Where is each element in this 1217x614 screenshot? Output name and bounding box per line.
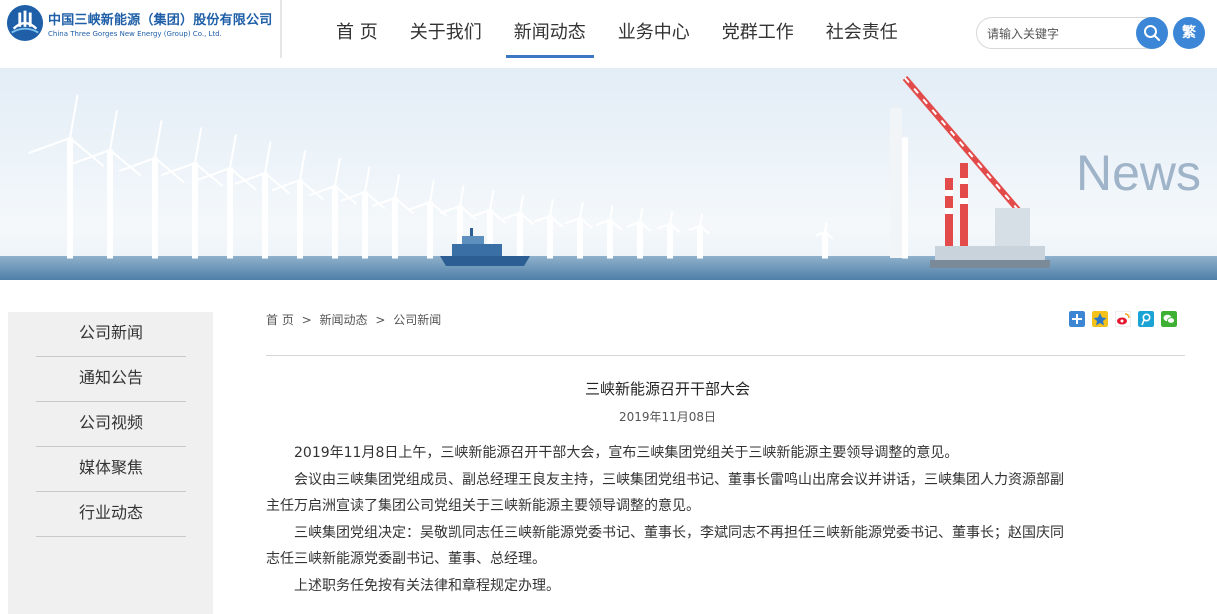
search-icon <box>1144 25 1160 41</box>
breadcrumb-home[interactable]: 首 页 <box>266 313 294 327</box>
qzone-icon[interactable] <box>1092 311 1108 327</box>
turbine-tower <box>517 212 523 259</box>
site-header: 中国三峡新能源（集团）股份有限公司 China Three Gorges New… <box>0 0 1217 68</box>
wind-farm-illustration <box>0 68 1217 280</box>
turbine-tower <box>902 137 908 259</box>
article-paragraph: 2019年11月8日上午，三峡新能源召开干部大会，宣布三峡集团党组关于三峡新能源… <box>294 445 959 461</box>
turbine-tower <box>107 149 113 259</box>
article-paragraph: 上述职务任免按有关法律和章程规定办理。 <box>294 577 560 594</box>
sidebar-item-media-focus[interactable]: 媒体聚焦 <box>36 447 186 492</box>
turbine-tower <box>227 167 233 259</box>
company-name-cn: 中国三峡新能源（集团）股份有限公司 <box>48 12 273 28</box>
search-box <box>976 17 1168 49</box>
weibo-icon[interactable] <box>1115 311 1131 327</box>
turbine-tower <box>427 201 433 259</box>
article-date: 2019年11月08日 <box>618 410 717 424</box>
sidebar-item-company-news[interactable]: 公司新闻 <box>36 312 186 357</box>
article-title: 三峡新能源召开干部大会 <box>584 380 750 398</box>
breadcrumb-news[interactable]: 新闻动态 <box>320 313 368 327</box>
turbine-tower <box>332 185 338 259</box>
search-button[interactable] <box>1136 17 1168 49</box>
sidebar-item-industry-news[interactable]: 行业动态 <box>36 492 186 537</box>
article-paragraph: 会议由三峡集团党组成员、副总经理王良友主持，三峡集团党组书记、董事长雷鸣山出席会… <box>266 471 1064 515</box>
turbine-tower <box>607 219 613 259</box>
traditional-chinese-toggle[interactable]: 繁 <box>1173 17 1205 49</box>
nav-item-home[interactable]: 首 页 <box>320 0 394 58</box>
nav-item-news[interactable]: 新闻动态 <box>498 0 602 58</box>
share-more-icon[interactable] <box>1069 311 1085 327</box>
article-paragraph: 三峡集团党组决定：吴敬凯同志任三峡新能源党委书记、董事长，李斌同志不再担任三峡新… <box>266 524 1064 568</box>
breadcrumb: 首 页 > 新闻动态 > 公司新闻 <box>266 311 445 328</box>
company-name-en: China Three Gorges New Energy (Group) Co… <box>48 29 222 38</box>
turbine-tower <box>547 215 553 259</box>
nav-item-about[interactable]: 关于我们 <box>394 0 498 58</box>
tencent-weibo-icon[interactable] <box>1138 311 1154 327</box>
content-divider <box>266 355 1185 356</box>
main-nav: 首 页 关于我们 新闻动态 业务中心 党群工作 社会责任 <box>320 0 914 58</box>
nav-item-party[interactable]: 党群工作 <box>706 0 810 58</box>
nav-item-responsibility[interactable]: 社会责任 <box>810 0 914 58</box>
sidebar: 公司新闻 通知公告 公司视频 媒体聚焦 行业动态 <box>8 312 213 614</box>
breadcrumb-separator: > <box>375 313 386 327</box>
turbine-tower <box>152 157 158 259</box>
nav-item-business[interactable]: 业务中心 <box>602 0 706 58</box>
turbine-tower <box>637 221 643 259</box>
article-body: 2019年11月8日上午，三峡新能源召开干部大会，宣布三峡集团党组关于三峡新能源… <box>266 440 1069 599</box>
turbine-tower <box>697 225 703 259</box>
banner-title: News <box>1075 145 1201 201</box>
turbine-tower <box>362 191 368 259</box>
turbine-tower <box>262 172 268 259</box>
turbine-tower <box>577 217 583 259</box>
breadcrumb-company-news[interactable]: 公司新闻 <box>393 313 441 327</box>
logo-emblem-icon <box>6 4 44 42</box>
turbine-tower <box>192 162 198 259</box>
turbine-tower <box>822 231 828 259</box>
turbine-tower <box>392 197 398 259</box>
turbine-tower <box>667 223 673 259</box>
header-divider <box>280 0 282 58</box>
share-bar <box>1069 311 1177 327</box>
turbine-tower <box>297 179 303 259</box>
breadcrumb-separator: > <box>301 313 312 327</box>
sidebar-item-videos[interactable]: 公司视频 <box>36 402 186 447</box>
news-banner: News <box>0 68 1217 280</box>
company-logo[interactable]: 中国三峡新能源（集团）股份有限公司 China Three Gorges New… <box>6 4 272 42</box>
search-input[interactable] <box>987 24 1137 44</box>
turbine-tower <box>67 137 73 259</box>
sidebar-item-notices[interactable]: 通知公告 <box>36 357 186 402</box>
wechat-icon[interactable] <box>1161 311 1177 327</box>
